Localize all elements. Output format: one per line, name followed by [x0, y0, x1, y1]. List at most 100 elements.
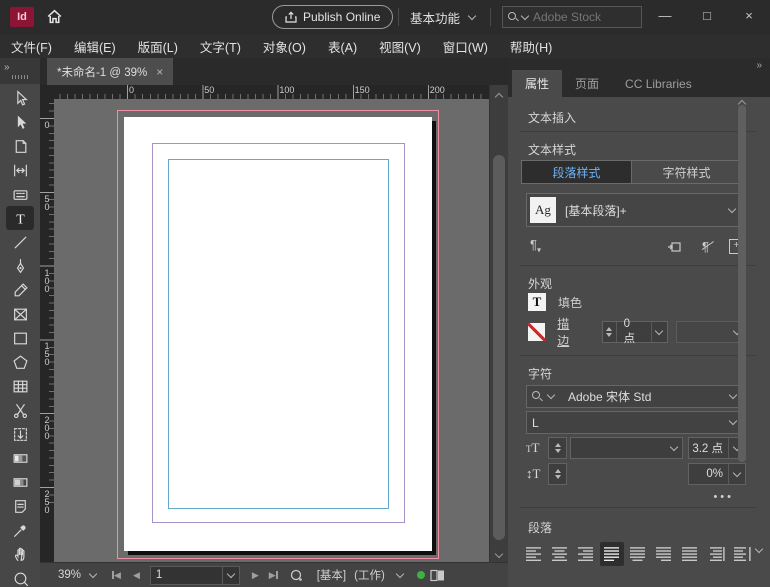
type-tool[interactable]: T [6, 206, 34, 230]
page-number-box[interactable] [150, 566, 240, 585]
panel-collapse-icon[interactable]: » [756, 60, 762, 71]
toolbar-grip[interactable] [12, 75, 28, 79]
zoom-tool[interactable] [4, 566, 36, 587]
text-frame[interactable] [168, 159, 389, 509]
kerning-field[interactable] [570, 463, 683, 485]
horizontal-ruler[interactable]: 050100150200 [54, 85, 490, 100]
menu-view[interactable]: 视图(V) [368, 37, 432, 56]
clear-overrides-icon[interactable]: ¶ [702, 239, 709, 254]
gradient-swatch-tool[interactable] [4, 446, 36, 470]
align-toward-spine-button[interactable] [704, 542, 728, 566]
page-list-chevron-icon[interactable] [222, 567, 239, 584]
stepper-icon[interactable] [548, 463, 567, 485]
content-collector-tool[interactable] [4, 182, 36, 206]
menu-layout[interactable]: 版面(L) [127, 37, 189, 56]
rectangle-tool[interactable] [4, 326, 36, 350]
stroke-weight-field[interactable]: 0 点 [602, 321, 667, 343]
scrollbar-thumb[interactable] [493, 155, 505, 540]
tracking-field[interactable]: 0% [688, 463, 746, 485]
page-number-input[interactable] [151, 569, 222, 581]
ruler-origin-box[interactable] [40, 85, 55, 100]
more-options-icon[interactable]: ••• [713, 491, 734, 503]
stepper-icon[interactable] [548, 437, 567, 459]
close-button[interactable]: × [728, 0, 770, 30]
line-tool[interactable] [4, 230, 36, 254]
previous-page-button[interactable]: ◀ [133, 570, 140, 581]
publish-online-button[interactable]: Publish Online [272, 5, 393, 29]
direct-selection-tool[interactable] [4, 110, 36, 134]
paragraph-mark-icon[interactable]: ¶▾ [530, 237, 541, 255]
paragraph-styles-segment[interactable]: 段落样式 [522, 161, 631, 183]
stroke-none-swatch[interactable] [528, 323, 545, 341]
minimize-button[interactable]: — [644, 0, 686, 30]
document-vertical-scrollbar[interactable] [489, 85, 508, 563]
justify-last-right-button[interactable] [652, 542, 676, 566]
chevron-down-icon[interactable] [651, 322, 667, 342]
tab-pages[interactable]: 页面 [562, 70, 612, 97]
zoom-chevron-icon[interactable] [89, 569, 97, 577]
workspace-switcher[interactable]: 基本功能 [410, 7, 475, 27]
rectangle-frame-tool[interactable] [4, 302, 36, 326]
zoom-level[interactable]: 39% [58, 569, 81, 581]
toolbar-collapse-icon[interactable]: » [4, 64, 10, 72]
preflight-icon[interactable] [290, 569, 303, 582]
free-transform-tool[interactable] [4, 422, 36, 446]
justify-all-button[interactable] [678, 542, 702, 566]
scissors-tool[interactable] [4, 398, 36, 422]
tab-properties[interactable]: 属性 [512, 70, 562, 97]
font-style-dropdown[interactable]: L [526, 411, 746, 434]
hand-tool[interactable] [4, 542, 36, 566]
preflight-chevron-icon[interactable] [396, 569, 404, 577]
align-right-button[interactable] [574, 542, 598, 566]
menu-object[interactable]: 对象(O) [252, 37, 317, 56]
gap-tool[interactable] [4, 158, 36, 182]
chevron-down-icon[interactable] [728, 464, 745, 484]
gradient-feather-tool[interactable] [4, 470, 36, 494]
fill-label[interactable]: 填色 [558, 294, 582, 311]
maximize-button[interactable]: □ [686, 0, 728, 30]
next-page-button[interactable]: ▶ [252, 570, 259, 581]
pages-icon[interactable] [430, 569, 446, 582]
menu-window[interactable]: 窗口(W) [432, 37, 499, 56]
stroke-style-dropdown[interactable] [676, 321, 746, 343]
align-center-button[interactable] [548, 542, 572, 566]
fill-color-swatch[interactable]: T [528, 293, 546, 311]
tab-cc-libraries[interactable]: CC Libraries [612, 70, 705, 97]
home-icon[interactable] [46, 8, 63, 28]
scroll-down-icon[interactable] [495, 550, 503, 558]
font-family-dropdown[interactable]: Adobe 宋体 Std [526, 385, 746, 408]
stepper-icon[interactable] [603, 322, 616, 342]
stroke-weight-value[interactable]: 0 点 [617, 318, 651, 346]
pencil-tool[interactable] [4, 278, 36, 302]
selection-tool[interactable] [4, 86, 36, 110]
paragraph-style-dropdown[interactable]: Ag [基本段落]+ [526, 193, 746, 227]
page-tool[interactable] [4, 134, 36, 158]
menu-help[interactable]: 帮助(H) [499, 37, 563, 56]
align-left-button[interactable] [522, 542, 546, 566]
menu-table[interactable]: 表(A) [317, 37, 368, 56]
stroke-label[interactable]: 描边 [557, 315, 580, 349]
close-tab-icon[interactable]: × [156, 65, 163, 79]
redefine-style-icon[interactable] [667, 239, 682, 254]
stock-search-box[interactable] [502, 6, 642, 28]
vertical-ruler[interactable]: 050100150200250 [40, 99, 55, 563]
note-tool[interactable] [4, 494, 36, 518]
horizontal-grid-tool[interactable] [4, 374, 36, 398]
pen-tool[interactable] [4, 254, 36, 278]
search-input[interactable] [531, 9, 621, 25]
align-away-from-spine-button[interactable] [730, 542, 754, 566]
pasteboard[interactable] [54, 99, 490, 563]
document-tab[interactable]: *未命名-1 @ 39% × [47, 58, 173, 85]
polygon-tool[interactable] [4, 350, 36, 374]
justify-last-left-button[interactable] [600, 542, 624, 566]
justify-last-center-button[interactable] [626, 542, 650, 566]
menu-type[interactable]: 文字(T) [189, 37, 252, 56]
menu-file[interactable]: 文件(F) [0, 37, 63, 56]
menu-edit[interactable]: 编辑(E) [63, 37, 127, 56]
character-styles-segment[interactable]: 字符样式 [631, 161, 741, 183]
eyedropper-tool[interactable] [4, 518, 36, 542]
first-page-button[interactable]: ◀ [112, 570, 121, 581]
last-page-button[interactable]: ▶ [269, 570, 278, 581]
paragraph-more-chevron-icon[interactable] [755, 545, 763, 553]
preflight-profile[interactable]: [基本] [317, 567, 346, 583]
